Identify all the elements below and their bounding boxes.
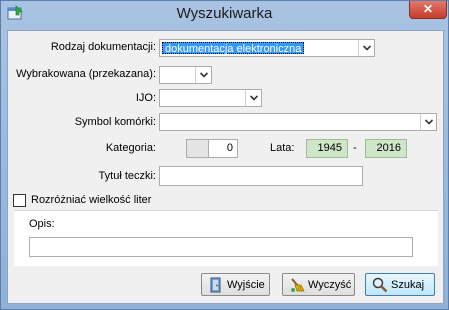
search-button[interactable]: Szukaj [365, 273, 435, 296]
year-from-field[interactable]: 1945 [306, 139, 348, 158]
chevron-down-icon[interactable] [195, 67, 211, 83]
button-bar: Wyjście Wyczyść Szukaj [8, 266, 443, 303]
ijo-label: IJO: [135, 92, 156, 104]
magnifier-icon [372, 277, 388, 293]
rodzaj-selected-value: dokumentacja elektroniczna [162, 42, 305, 55]
symbol-dropdown[interactable] [159, 113, 437, 131]
year-to-field[interactable]: 2016 [365, 139, 407, 158]
broom-icon [289, 277, 305, 293]
search-dialog: Wyszukiwarka ✕ Rodzaj dokumentacji: doku… [0, 0, 449, 310]
tytul-label: Tytuł teczki: [98, 170, 156, 182]
clear-button[interactable]: Wyczyść [282, 273, 355, 296]
year-separator: - [353, 142, 357, 154]
search-button-label: Szukaj [391, 279, 425, 291]
dialog-client-area: Rodzaj dokumentacji: dokumentacja elektr… [7, 30, 444, 304]
chevron-down-icon[interactable] [358, 40, 374, 56]
rodzaj-dropdown[interactable]: dokumentacja elektroniczna [159, 39, 375, 57]
exit-button-label: Wyjście [227, 279, 265, 291]
lata-label: Lata: [270, 142, 295, 154]
case-sensitive-checkbox[interactable] [13, 194, 26, 207]
exit-door-icon [208, 277, 224, 293]
wybrakowana-label: Wybrakowana (przekazana): [16, 68, 156, 80]
title-bar[interactable]: Wyszukiwarka ✕ [1, 1, 448, 25]
rodzaj-label: Rodzaj dokumentacji: [50, 41, 156, 53]
chevron-down-icon[interactable] [420, 114, 436, 130]
wybrakowana-dropdown[interactable] [159, 66, 212, 84]
close-button[interactable]: ✕ [409, 1, 447, 19]
window-title: Wyszukiwarka [176, 5, 273, 22]
kategoria-number-field[interactable]: 0 [208, 139, 238, 158]
case-sensitive-label: Rozróżniać wielkość liter [31, 194, 152, 206]
opis-panel: Opis: [14, 210, 438, 266]
tytul-field[interactable] [159, 166, 363, 186]
ijo-dropdown[interactable] [159, 89, 262, 107]
exit-button[interactable]: Wyjście [201, 273, 270, 296]
opis-label: Opis: [29, 218, 55, 230]
clear-button-label: Wyczyść [308, 279, 352, 291]
chevron-down-icon[interactable] [245, 90, 261, 106]
kategoria-label: Kategoria: [105, 142, 156, 154]
symbol-label: Symbol komórki: [74, 116, 156, 128]
opis-field[interactable] [29, 237, 413, 257]
